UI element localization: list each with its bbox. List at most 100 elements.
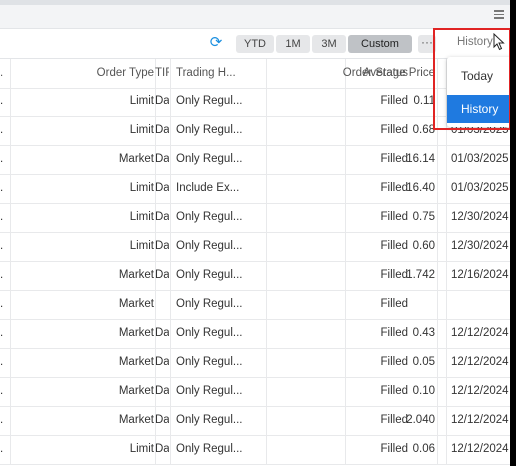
table-cell: 12/16/2024 xyxy=(451,269,509,281)
table-cell: Day xyxy=(155,124,169,136)
table-row[interactable]: . Market Only Regul... Filled xyxy=(0,290,516,320)
table-cell: Market xyxy=(118,414,154,426)
table-cell: 0.75 xyxy=(412,211,435,223)
range-1m-button[interactable]: 1M xyxy=(276,35,310,53)
column-divider xyxy=(170,174,171,203)
top-bar xyxy=(0,0,516,29)
refresh-icon[interactable]: ⟳ xyxy=(208,35,224,51)
table-cell: Include Ex... xyxy=(176,182,240,194)
table-row[interactable]: .LimitDayOnly Regul...Filled0.6012/30/20… xyxy=(0,232,516,262)
column-divider xyxy=(10,203,11,232)
column-divider xyxy=(446,174,447,203)
column-divider xyxy=(10,59,11,88)
column-divider xyxy=(170,348,171,377)
table-cell: Only Regul... xyxy=(176,298,243,310)
table-cell: Market xyxy=(118,327,154,339)
table-cell: . xyxy=(0,356,4,368)
table-cell: 01/03/2025 xyxy=(451,153,509,165)
table-cell: . xyxy=(0,385,4,397)
table-cell: 12/12/2024 xyxy=(451,414,509,426)
table-row[interactable]: .LimitDayOnly Regul...Filled0.7512/30/20… xyxy=(0,203,516,233)
table-row[interactable]: .MarketDayOnly Regul...Filled1.74212/16/… xyxy=(0,261,516,291)
table-cell: 0.06 xyxy=(412,443,435,455)
column-header[interactable]: TIF xyxy=(155,59,169,88)
range-custom-button[interactable]: Custom xyxy=(348,35,412,53)
table-cell: 0.43 xyxy=(412,327,435,339)
column-header[interactable]: Average Price xyxy=(345,59,435,88)
table-cell: 2.040 xyxy=(406,414,435,426)
column-divider xyxy=(446,348,447,377)
column-divider xyxy=(170,145,171,174)
column-divider xyxy=(446,319,447,348)
range-3m-button[interactable]: 3M xyxy=(312,35,346,53)
table-cell: 0.11 xyxy=(413,95,435,107)
column-divider xyxy=(170,59,171,88)
column-header[interactable]: Order Type xyxy=(14,59,154,88)
table-cell: Day xyxy=(155,356,169,368)
table-cell: . xyxy=(0,443,4,455)
column-divider xyxy=(170,290,171,319)
table-cell: . xyxy=(0,269,4,281)
table-cell: Market xyxy=(118,356,154,368)
table-cell: Only Regul... xyxy=(176,385,243,397)
table-cell: 0.68 xyxy=(412,124,435,136)
table-cell xyxy=(451,290,516,319)
column-divider xyxy=(437,174,438,203)
column-divider xyxy=(437,319,438,348)
column-divider xyxy=(170,406,171,435)
table-cell: . xyxy=(0,240,4,252)
table-cell: . xyxy=(0,95,4,107)
table-cell: Day xyxy=(155,153,169,165)
table-row[interactable]: .MarketDayOnly Regul...Filled0.4312/12/2… xyxy=(0,319,516,349)
table-cell: Only Regul... xyxy=(176,240,243,252)
table-row[interactable]: .LimitDayOnly Regul...Filled0.0612/12/20… xyxy=(0,435,516,465)
table-cell: 16.14 xyxy=(406,153,435,165)
column-header[interactable]: . xyxy=(0,59,8,88)
column-divider xyxy=(10,435,11,464)
column-divider xyxy=(10,232,11,261)
table-cell: Day xyxy=(155,95,169,107)
table-cell: 0.10 xyxy=(412,385,435,397)
table-row[interactable]: .MarketDayOnly Regul...Filled0.1012/12/2… xyxy=(0,377,516,407)
table-cell: . xyxy=(0,298,4,310)
column-header[interactable]: Trading H... xyxy=(176,59,272,88)
table-cell: Day xyxy=(155,414,169,426)
column-divider xyxy=(170,116,171,145)
column-divider xyxy=(437,435,438,464)
table-cell: Market xyxy=(118,153,154,165)
highlight-box xyxy=(433,28,511,130)
range-ytd-button[interactable]: YTD xyxy=(236,35,274,53)
column-divider xyxy=(437,406,438,435)
table-cell: Day xyxy=(155,443,169,455)
table-cell: Day xyxy=(155,269,169,281)
table-cell: 12/30/2024 xyxy=(451,211,509,223)
table-cell: Only Regul... xyxy=(176,124,243,136)
column-divider xyxy=(10,145,11,174)
column-divider xyxy=(446,203,447,232)
table-cell: Limit xyxy=(129,182,154,194)
column-divider xyxy=(10,406,11,435)
column-divider xyxy=(170,87,171,116)
column-divider xyxy=(446,377,447,406)
table-row[interactable]: .MarketDayOnly Regul...Filled2.04012/12/… xyxy=(0,406,516,436)
column-divider xyxy=(446,232,447,261)
table-cell: . xyxy=(0,211,4,223)
column-divider xyxy=(10,87,11,116)
column-divider xyxy=(437,261,438,290)
table-row[interactable]: .LimitDayInclude Ex...Filled16.4001/03/2… xyxy=(0,174,516,204)
table-row[interactable]: .MarketDayOnly Regul...Filled0.0512/12/2… xyxy=(0,348,516,378)
column-divider xyxy=(10,174,11,203)
list-menu-icon[interactable] xyxy=(494,10,504,19)
table-cell: Only Regul... xyxy=(176,356,243,368)
table-cell: Only Regul... xyxy=(176,414,243,426)
column-divider xyxy=(437,145,438,174)
table-cell xyxy=(345,290,435,319)
table-cell: Day xyxy=(155,327,169,339)
table-cell: Day xyxy=(155,240,169,252)
table-cell: Only Regul... xyxy=(176,327,243,339)
table-row[interactable]: .MarketDayOnly Regul...Filled16.1401/03/… xyxy=(0,145,516,175)
column-divider xyxy=(170,435,171,464)
table-cell: Day xyxy=(155,385,169,397)
table-cell: 12/30/2024 xyxy=(451,240,509,252)
column-divider xyxy=(437,348,438,377)
